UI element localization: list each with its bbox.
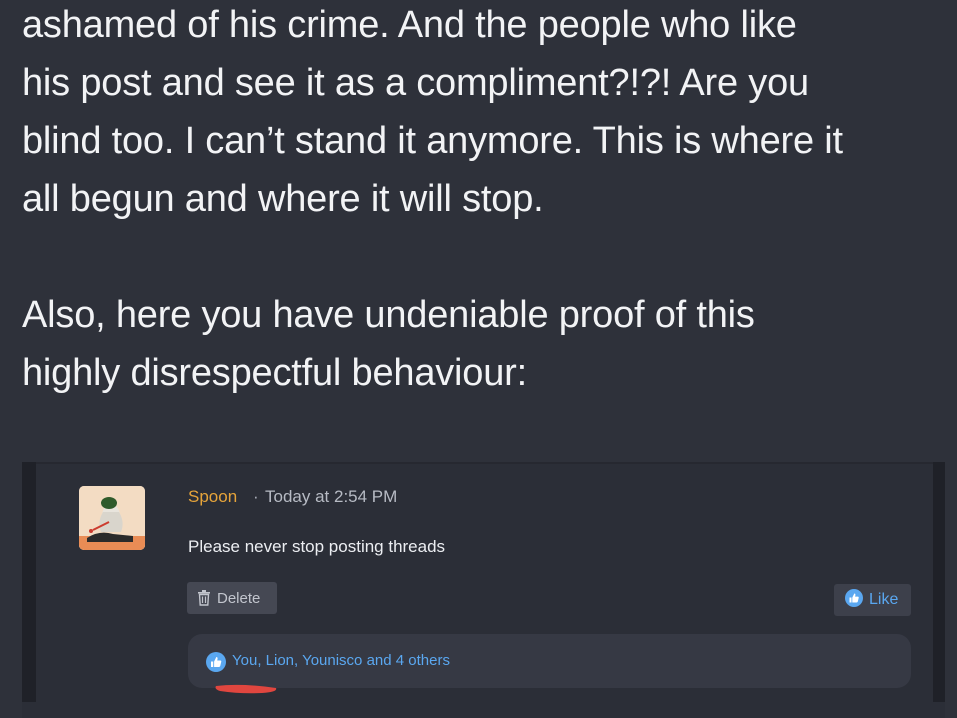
- post-text-line: highly disrespectful behaviour:: [22, 352, 527, 394]
- delete-button[interactable]: Delete: [187, 582, 277, 614]
- embedded-comment-screenshot: Spoon · Today at 2:54 PM Please never st…: [22, 462, 945, 718]
- reactions-text[interactable]: You, Lion, Younisco and 4 others: [232, 652, 450, 669]
- comment-username[interactable]: Spoon: [188, 487, 237, 507]
- comment-text: Please never stop posting threads: [188, 537, 446, 556]
- thumbs-up-icon: [845, 588, 863, 612]
- like-button[interactable]: Like: [834, 584, 911, 616]
- meta-separator: ·: [253, 487, 259, 506]
- like-label: Like: [869, 591, 899, 608]
- embed-border-top: [36, 462, 933, 464]
- post-text-line: all begun and where it will stop.: [22, 178, 544, 220]
- post-text-line: blind too. I can’t stand it anymore. Thi…: [22, 120, 843, 162]
- post-text-line: Also, here you have undeniable proof of …: [22, 294, 755, 336]
- embed-border-left: [22, 462, 36, 702]
- red-underline-scribble: [215, 684, 277, 694]
- avatar-image: [79, 486, 145, 550]
- comment-timestamp: Today at 2:54 PM: [265, 487, 398, 506]
- avatar[interactable]: [79, 486, 145, 550]
- thumbs-up-icon: [206, 652, 226, 677]
- post-text-line: his post and see it as a compliment?!?! …: [22, 62, 809, 104]
- trash-icon: [197, 590, 211, 606]
- reactions-summary[interactable]: You, Lion, Younisco and 4 others: [188, 634, 911, 688]
- embed-border-right: [933, 462, 945, 702]
- delete-label: Delete: [217, 589, 261, 607]
- post-text-line: ashamed of his crime. And the people who…: [22, 4, 797, 46]
